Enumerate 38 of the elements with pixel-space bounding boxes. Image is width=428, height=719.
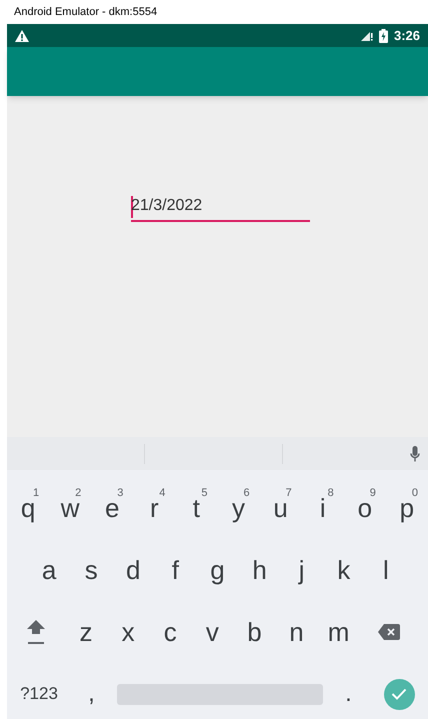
key-hint: 2 [75, 486, 82, 501]
letter-key[interactable]: d [112, 545, 154, 595]
backspace-icon [378, 624, 400, 640]
key-hint: 6 [243, 486, 250, 501]
key-hint: 9 [370, 486, 376, 501]
letter-key[interactable]: n [275, 607, 318, 657]
status-time: 3:26 [394, 26, 420, 45]
checkmark-icon [391, 688, 407, 700]
key-hint: 4 [159, 486, 166, 501]
key-hint: 8 [328, 486, 334, 501]
letter-key[interactable]: h [238, 545, 281, 595]
punctuation-key[interactable]: . [327, 669, 370, 719]
letter-key[interactable]: g [196, 545, 239, 595]
letter-key[interactable]: b [233, 607, 276, 657]
key-hint: 5 [201, 486, 208, 501]
letter-key[interactable]: c [149, 607, 192, 657]
warning-icon [15, 30, 29, 42]
key-hint: 3 [117, 486, 124, 501]
microphone-icon[interactable] [410, 446, 420, 462]
punctuation-key[interactable]: , [71, 669, 112, 719]
letter-key[interactable]: s [70, 545, 112, 595]
letter-key[interactable]: f [154, 545, 196, 595]
signal-icon [360, 30, 373, 41]
key-hint: 0 [412, 486, 418, 501]
letter-key[interactable]: m [318, 607, 360, 657]
letter-key[interactable]: l [364, 545, 407, 595]
letter-key[interactable]: k [322, 545, 365, 595]
shift-icon [26, 619, 46, 645]
letter-key[interactable]: j [280, 545, 323, 595]
window-title: Android Emulator - dkm:5554 [14, 4, 158, 20]
symbols-key[interactable]: ?123 [7, 669, 71, 719]
battery-icon [378, 28, 388, 42]
letter-key[interactable]: z [65, 607, 108, 657]
letter-key[interactable]: x [107, 607, 150, 657]
key-hint: 1 [33, 486, 40, 501]
letter-key[interactable]: a [28, 545, 70, 595]
letter-key[interactable]: v [191, 607, 234, 657]
key-hint: 7 [286, 486, 292, 501]
